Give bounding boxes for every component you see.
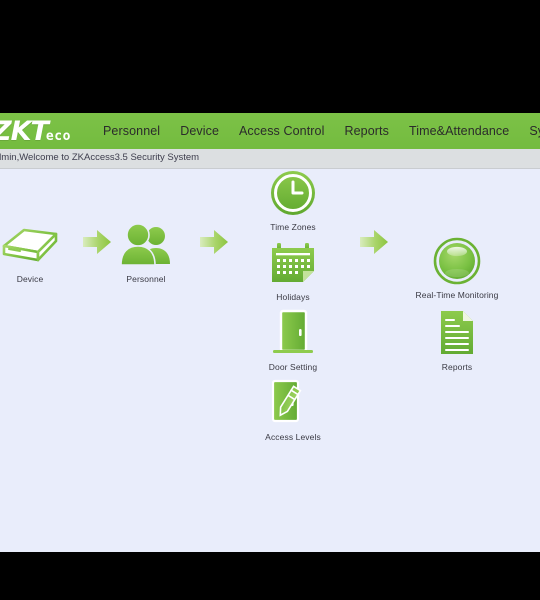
clock-icon <box>245 167 341 219</box>
document-icon <box>402 307 512 359</box>
zkteco-logo: ZKTeco <box>0 114 71 148</box>
door-pencil-icon <box>245 377 341 429</box>
workflow-node-time-zones[interactable]: Time Zones <box>245 167 341 232</box>
logo-primary-text: ZKT <box>0 115 49 147</box>
calendar-icon <box>245 237 341 289</box>
application-window: ZKTeco Personnel Device Access Control R… <box>0 113 540 552</box>
door-icon <box>245 307 341 359</box>
main-navigation-bar: ZKTeco Personnel Device Access Control R… <box>0 113 540 149</box>
workflow-node-access-levels[interactable]: Access Levels <box>245 377 341 442</box>
device-icon <box>0 219 78 271</box>
nav-item-reports[interactable]: Reports <box>344 113 388 149</box>
nav-item-system[interactable]: System <box>529 113 540 149</box>
personnel-icon <box>98 219 194 271</box>
workflow-diagram: Device Personnel Time Zones Holidays Doo… <box>0 169 540 552</box>
workflow-node-access-levels-label: Access Levels <box>265 432 321 442</box>
workflow-node-personnel[interactable]: Personnel <box>98 219 194 284</box>
workflow-node-holidays[interactable]: Holidays <box>245 237 341 302</box>
arrow-access-monitoring-icon <box>357 227 391 257</box>
nav-item-device[interactable]: Device <box>180 113 219 149</box>
logo-secondary-text: eco <box>45 129 71 144</box>
navigation-menu: Personnel Device Access Control Reports … <box>103 113 540 149</box>
workflow-node-personnel-label: Personnel <box>126 274 166 284</box>
workflow-node-device-label: Device <box>16 274 44 284</box>
monitoring-sphere-icon <box>402 235 512 287</box>
arrow-personnel-access-icon <box>197 227 231 257</box>
workflow-node-real-time-monitoring[interactable]: Real-Time Monitoring <box>402 235 512 300</box>
nav-item-personnel[interactable]: Personnel <box>103 113 160 149</box>
nav-item-time-attendance[interactable]: Time&Attendance <box>409 113 509 149</box>
welcome-message: dmin,Welcome to ZKAccess3.5 Security Sys… <box>0 152 200 163</box>
nav-item-access-control[interactable]: Access Control <box>239 113 324 149</box>
workflow-node-device[interactable]: Device <box>0 219 78 284</box>
workflow-node-time-zones-label: Time Zones <box>270 222 316 232</box>
workflow-node-door-setting-label: Door Setting <box>268 362 318 372</box>
workflow-node-reports-label: Reports <box>441 362 473 372</box>
status-bar: dmin,Welcome to ZKAccess3.5 Security Sys… <box>0 149 540 169</box>
workflow-node-holidays-label: Holidays <box>276 292 310 302</box>
workflow-node-reports[interactable]: Reports <box>402 307 512 372</box>
workflow-node-real-time-monitoring-label: Real-Time Monitoring <box>415 290 499 300</box>
workflow-node-door-setting[interactable]: Door Setting <box>245 307 341 372</box>
